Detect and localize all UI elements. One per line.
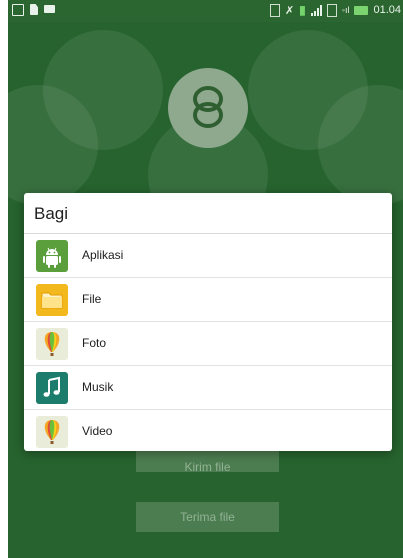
calendar-icon <box>12 4 24 16</box>
status-bar: ✗ ▮ ◦ıl 01.04 <box>8 0 403 22</box>
vibrate-icon <box>269 3 280 17</box>
wifi-icon: ◦ıl <box>341 5 350 15</box>
battery-icon <box>354 5 369 15</box>
app-screen: ✗ ▮ ◦ıl 01.04 Kirim file Terima file Bag… <box>8 0 403 558</box>
app-logo <box>168 68 248 148</box>
share-option-label: Foto <box>82 336 107 350</box>
share-option-label: Aplikasi <box>82 248 124 262</box>
send-file-label: Kirim file <box>184 460 231 474</box>
share-dialog: Bagi Aplikasi File Foto Musik Video <box>24 193 392 451</box>
signal-icon <box>310 4 322 16</box>
clock: 01.04 <box>373 4 401 16</box>
dialog-title: Bagi <box>34 204 69 223</box>
share-option-label: File <box>82 292 102 306</box>
receive-file-button[interactable]: Terima file <box>136 502 279 532</box>
share-option-label: Musik <box>82 380 114 394</box>
sim2-icon <box>326 3 337 17</box>
share-option-file[interactable]: File <box>24 278 392 322</box>
share-option-aplikasi[interactable]: Aplikasi <box>24 234 392 278</box>
share-option-list: Aplikasi File Foto Musik Video <box>24 234 392 453</box>
folder-icon <box>36 284 68 316</box>
document-icon <box>30 4 38 15</box>
share-option-video[interactable]: Video <box>24 410 392 453</box>
share-option-foto[interactable]: Foto <box>24 322 392 366</box>
balloon-icon <box>36 416 68 448</box>
balloon-icon <box>36 328 68 360</box>
share-link-icon <box>193 86 223 128</box>
receive-file-label: Terima file <box>180 510 235 524</box>
share-option-musik[interactable]: Musik <box>24 366 392 410</box>
share-option-label: Video <box>82 424 113 438</box>
mute-icon: ✗ <box>284 4 295 17</box>
music-note-icon <box>36 372 68 404</box>
android-icon <box>36 240 68 272</box>
image-icon <box>44 5 55 13</box>
sim-icon: ▮ <box>299 3 306 17</box>
